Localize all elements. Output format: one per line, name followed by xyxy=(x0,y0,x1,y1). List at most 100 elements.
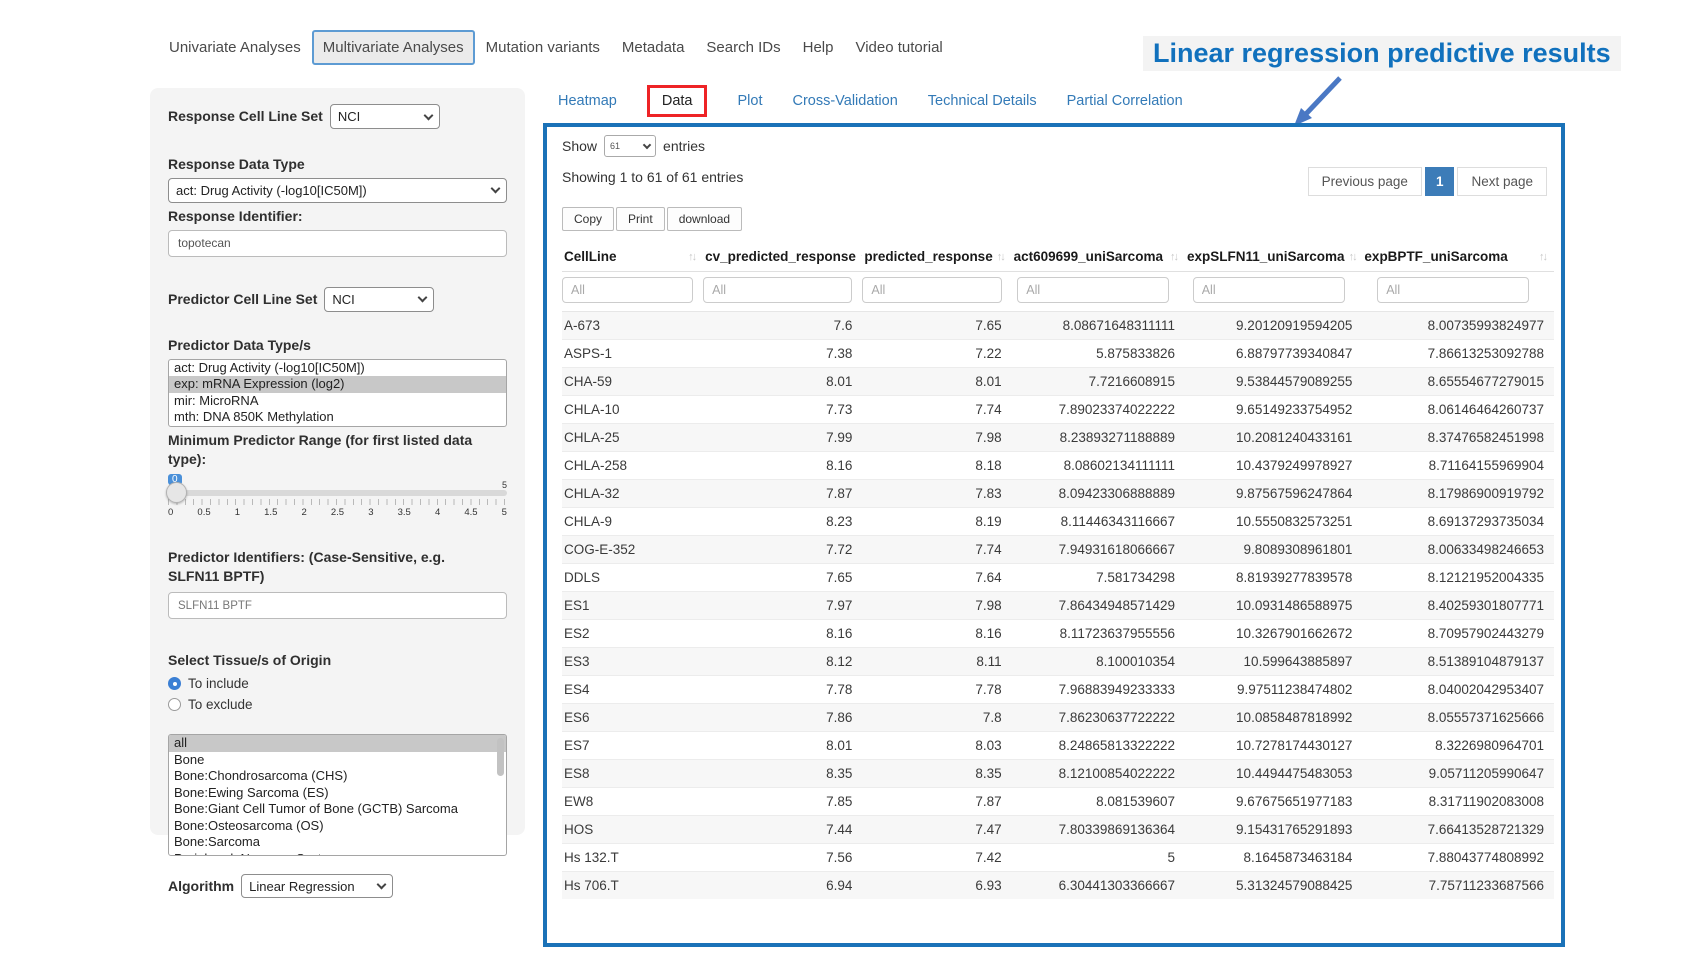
cell-value: 7.88043774808992 xyxy=(1362,844,1554,872)
nav-item-multivariate-analyses[interactable]: Multivariate Analyses xyxy=(312,30,475,65)
radio-to-include[interactable] xyxy=(168,677,181,690)
table-row: COG-E-3527.727.747.949316180666679.80893… xyxy=(562,536,1554,564)
table-row: Hs 706.T6.946.936.304413033666675.313245… xyxy=(562,872,1554,900)
cell-value: 8.00735993824977 xyxy=(1362,312,1554,340)
column-label: expBPTF_uniSarcoma xyxy=(1364,249,1507,264)
cell-value: 7.78 xyxy=(703,676,862,704)
cell-value: 10.0858487818992 xyxy=(1185,704,1362,732)
cell-value: 5.875833826 xyxy=(1012,340,1185,368)
list-item-peripheral-nervous-system[interactable]: Peripheral_Nervous_System xyxy=(169,851,506,857)
column-header-act609699-unisarcoma[interactable]: act609699_uniSarcoma↑↓ xyxy=(1012,241,1185,272)
cell-line-name: COG-E-352 xyxy=(562,536,703,564)
table-row: ES78.018.038.2486581332222210.7278174430… xyxy=(562,732,1554,760)
list-item-bone[interactable]: Bone xyxy=(169,752,506,769)
algorithm-select[interactable]: Linear Regression xyxy=(241,874,393,898)
list-item-bone-chondrosarcoma-chs[interactable]: Bone:Chondrosarcoma (CHS) xyxy=(169,768,506,785)
slider-track[interactable] xyxy=(168,490,507,496)
cell-line-name: CHLA-25 xyxy=(562,424,703,452)
nav-item-search-ids[interactable]: Search IDs xyxy=(695,30,791,65)
list-item-act-drug-activity-log10-ic50m[interactable]: act: Drug Activity (-log10[IC50M]) xyxy=(169,360,506,377)
response-data-type-select[interactable]: act: Drug Activity (-log10[IC50M]) xyxy=(168,178,507,203)
tab-heatmap[interactable]: Heatmap xyxy=(558,93,617,109)
list-item-bone-osteosarcoma-os[interactable]: Bone:Osteosarcoma (OS) xyxy=(169,818,506,835)
cell-value: 7.6 xyxy=(703,312,862,340)
download-button[interactable]: download xyxy=(667,207,742,231)
table-row: HOS7.447.477.803398691363649.15431765291… xyxy=(562,816,1554,844)
tissue-origin-label: Select Tissue/s of Origin xyxy=(168,651,507,670)
copy-button[interactable]: Copy xyxy=(562,207,614,231)
filter-input-predicted-response[interactable] xyxy=(862,277,1001,303)
previous-page-button[interactable]: Previous page xyxy=(1308,167,1422,196)
cell-value: 7.44 xyxy=(703,816,862,844)
filter-input-cellline[interactable] xyxy=(562,277,693,303)
table-row: CHLA-107.737.747.890233740222229.6514923… xyxy=(562,396,1554,424)
cell-value: 9.53844579089255 xyxy=(1185,368,1362,396)
sort-icon[interactable]: ↑↓ xyxy=(1170,251,1177,263)
cell-value: 7.42 xyxy=(862,844,1011,872)
tab-cross-validation[interactable]: Cross-Validation xyxy=(792,93,897,109)
filter-input-expslfn11-unisarcoma[interactable] xyxy=(1193,277,1345,303)
cell-value: 8.11446343116667 xyxy=(1012,508,1185,536)
column-header-cv-predicted-response[interactable]: cv_predicted_response↑↓ xyxy=(703,241,862,272)
list-item-mth-dna-850k-methylation[interactable]: mth: DNA 850K Methylation xyxy=(169,409,506,426)
predictor-identifiers-input[interactable] xyxy=(168,592,507,619)
list-item-mir-microrna[interactable]: mir: MicroRNA xyxy=(169,393,506,410)
next-page-button[interactable]: Next page xyxy=(1457,167,1547,196)
list-item-exp-mrna-expression-log2[interactable]: exp: mRNA Expression (log2) xyxy=(169,376,506,393)
tab-plot[interactable]: Plot xyxy=(737,93,762,109)
cell-value: 7.72 xyxy=(703,536,862,564)
tab-partial-correlation[interactable]: Partial Correlation xyxy=(1067,93,1183,109)
column-header-expbptf-unisarcoma[interactable]: expBPTF_uniSarcoma ↑↓ xyxy=(1362,241,1554,272)
list-item-bone-sarcoma[interactable]: Bone:Sarcoma xyxy=(169,834,506,851)
sort-icon[interactable]: ↑↓ xyxy=(860,251,862,263)
cell-value: 8.18 xyxy=(862,452,1011,480)
slider-tick-label: 4 xyxy=(435,507,440,518)
scrollbar-thumb[interactable] xyxy=(497,738,504,776)
nav-item-metadata[interactable]: Metadata xyxy=(611,30,696,65)
nav-item-univariate-analyses[interactable]: Univariate Analyses xyxy=(158,30,312,65)
tissue-origin-radios: To includeTo exclude xyxy=(168,676,507,712)
sort-icon[interactable]: ↑↓ xyxy=(688,251,695,263)
list-item-bone-ewing-sarcoma-es[interactable]: Bone:Ewing Sarcoma (ES) xyxy=(169,785,506,802)
predictor-data-type-list[interactable]: act: Drug Activity (-log10[IC50M])exp: m… xyxy=(168,359,507,427)
cell-value: 7.97 xyxy=(703,592,862,620)
sort-icon[interactable]: ↑↓ xyxy=(1539,251,1546,263)
column-header-expslfn11-unisarcoma[interactable]: expSLFN11_uniSarcoma↑↓ xyxy=(1185,241,1362,272)
tab-technical-details[interactable]: Technical Details xyxy=(928,93,1037,109)
column-label: CellLine xyxy=(564,249,617,264)
filter-input-cv-predicted-response[interactable] xyxy=(703,277,852,303)
cell-value: 9.87567596247864 xyxy=(1185,480,1362,508)
table-row: A-6737.67.658.086716483111119.2012091959… xyxy=(562,312,1554,340)
list-item-all[interactable]: all xyxy=(169,735,506,752)
response-cell-line-set-select[interactable]: NCI xyxy=(330,104,440,129)
sort-icon[interactable]: ↑↓ xyxy=(1349,251,1356,263)
column-header-cellline[interactable]: CellLine ↑↓ xyxy=(562,241,703,272)
predictor-cell-line-set-select[interactable]: NCI xyxy=(324,287,434,312)
filter-cell-cellline xyxy=(562,272,703,312)
sort-icon[interactable]: ↑↓ xyxy=(997,251,1004,263)
cell-line-name: CHLA-32 xyxy=(562,480,703,508)
page-1-button[interactable]: 1 xyxy=(1425,167,1455,196)
radio-to-exclude[interactable] xyxy=(168,698,181,711)
sidebar: Response Cell Line Set NCI Response Data… xyxy=(150,88,525,835)
nav-item-mutation-variants[interactable]: Mutation variants xyxy=(475,30,611,65)
cell-line-name: DDLS xyxy=(562,564,703,592)
tab-data[interactable]: Data xyxy=(647,85,708,117)
cell-value: 8.23 xyxy=(703,508,862,536)
nav-item-video-tutorial[interactable]: Video tutorial xyxy=(844,30,953,65)
tissue-origin-list[interactable]: allBoneBone:Chondrosarcoma (CHS)Bone:Ewi… xyxy=(168,734,507,856)
cell-value: 8.01 xyxy=(862,368,1011,396)
cell-value: 8.23893271188889 xyxy=(1012,424,1185,452)
list-item-bone-giant-cell-tumor-of-bone-gctb-sarcoma[interactable]: Bone:Giant Cell Tumor of Bone (GCTB) Sar… xyxy=(169,801,506,818)
column-header-predicted-response[interactable]: predicted_response↑↓ xyxy=(862,241,1011,272)
cell-value: 8.71164155969904 xyxy=(1362,452,1554,480)
show-entries-select[interactable]: 61 xyxy=(604,135,656,157)
filter-input-expbptf-unisarcoma[interactable] xyxy=(1377,277,1529,303)
print-button[interactable]: Print xyxy=(616,207,665,231)
nav-item-help[interactable]: Help xyxy=(792,30,845,65)
cell-line-name: CHLA-10 xyxy=(562,396,703,424)
filter-input-act609699-unisarcoma[interactable] xyxy=(1017,277,1169,303)
response-identifier-input[interactable] xyxy=(168,230,507,257)
cell-value: 6.88797739340847 xyxy=(1185,340,1362,368)
min-predictor-range-slider[interactable]: 0 5 00.511.522.533.544.55 xyxy=(168,490,507,534)
